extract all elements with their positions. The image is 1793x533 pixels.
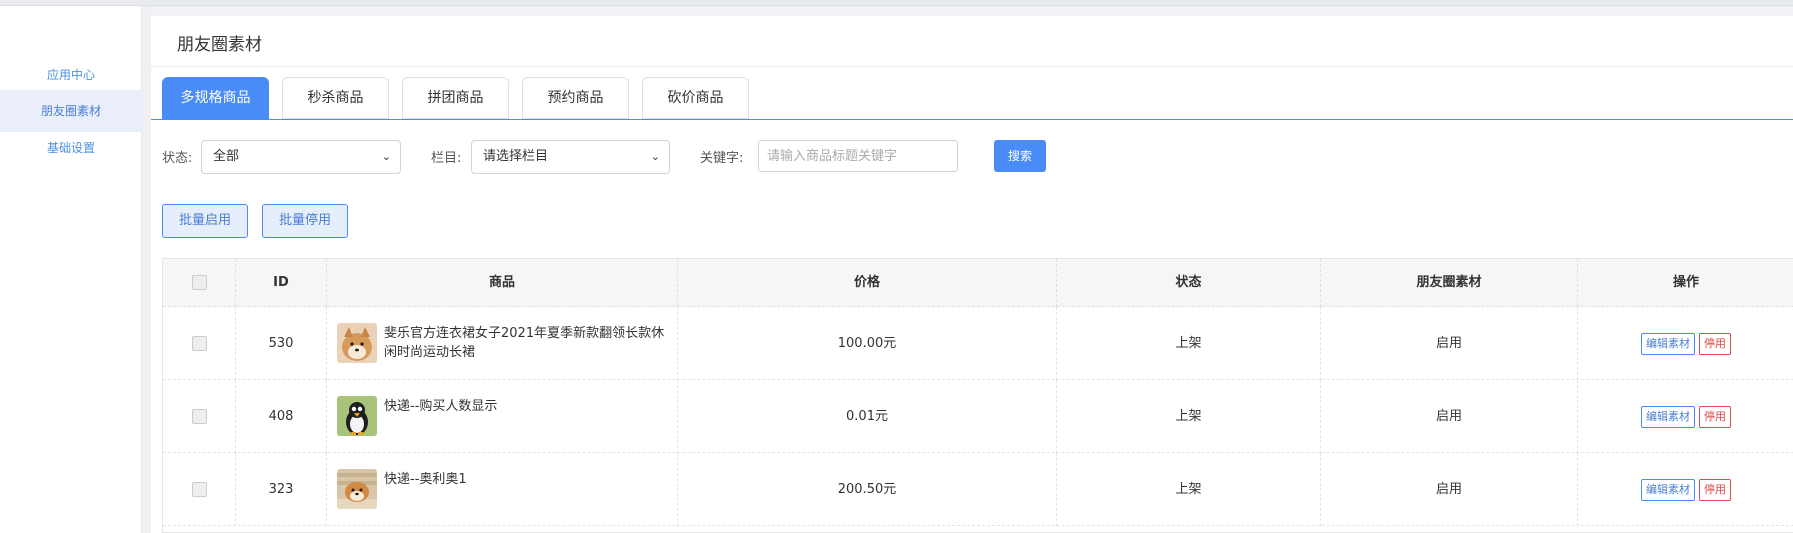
table-row: 323 快递--奥利奥1 200.50元 上架 启用 编辑素材 停用	[163, 453, 1793, 526]
header-id: ID	[236, 259, 327, 307]
row-price: 100.00元	[678, 307, 1057, 380]
row-status: 上架	[1057, 307, 1321, 380]
row-actions: 编辑素材 停用	[1578, 453, 1793, 526]
row-checkbox[interactable]	[191, 409, 207, 424]
row-checkbox-cell	[163, 453, 236, 526]
table-row: 408 快递--购买人数显示 0.01元 上架 启用 编辑素材 停用	[163, 380, 1793, 453]
status-filter-label: 状态:	[162, 151, 193, 166]
row-id: 408	[236, 380, 327, 453]
header-material: 朋友圈素材	[1321, 259, 1578, 307]
search-button[interactable]: 搜索	[994, 140, 1046, 172]
row-price: 200.50元	[678, 453, 1057, 526]
sidebar: 应用中心 朋友圈素材 基础设置	[0, 6, 142, 533]
row-id: 530	[236, 307, 327, 380]
chevron-down-icon: ⌄	[650, 150, 660, 163]
edit-material-button[interactable]: 编辑素材	[1641, 405, 1695, 428]
select-all-checkbox[interactable]	[191, 275, 207, 290]
column-filter-label: 栏目:	[431, 151, 462, 166]
page-title: 朋友圈素材	[177, 35, 262, 55]
column-select[interactable]: 请选择栏目 ⌄	[471, 140, 670, 174]
row-checkbox[interactable]	[191, 482, 207, 497]
disable-button[interactable]: 停用	[1699, 478, 1731, 501]
product-thumbnail	[337, 469, 377, 509]
gutter	[142, 6, 151, 533]
chevron-down-icon: ⌄	[381, 150, 391, 163]
row-id: 323	[236, 453, 327, 526]
row-material-status: 启用	[1321, 453, 1578, 526]
product-name[interactable]: 斐乐官方连衣裙女子2021年夏季新款翻领长款休闲时尚运动长裙	[384, 324, 674, 362]
table-row: 530 斐乐官方连衣裙女子2021年夏季新款翻领长款休闲时尚运动长裙 100.0…	[163, 307, 1793, 380]
row-product: 快递--奥利奥1	[327, 453, 678, 526]
edit-material-button[interactable]: 编辑素材	[1641, 478, 1695, 501]
row-actions: 编辑素材 停用	[1578, 380, 1793, 453]
batch-disable-button[interactable]: 批量停用	[262, 204, 348, 238]
tabs-underline	[151, 119, 1793, 120]
keyword-input[interactable]	[758, 140, 958, 172]
edit-material-button[interactable]: 编辑素材	[1641, 332, 1695, 355]
product-name[interactable]: 快递--购买人数显示	[384, 397, 674, 416]
tab-bar: 多规格商品 秒杀商品 拼团商品 预约商品 砍价商品	[151, 77, 1793, 119]
divider	[151, 66, 1793, 67]
row-price: 0.01元	[678, 380, 1057, 453]
header-product: 商品	[327, 259, 678, 307]
row-status: 上架	[1057, 453, 1321, 526]
goods-table: ID 商品 价格 状态 朋友圈素材 操作 530 斐乐官方连衣裙女子2021年夏…	[162, 258, 1793, 533]
top-bar	[0, 0, 1793, 6]
product-thumbnail	[337, 396, 377, 436]
batch-enable-button[interactable]: 批量启用	[162, 204, 248, 238]
header-actions: 操作	[1672, 275, 1699, 290]
tab-flash-sale[interactable]: 秒杀商品	[282, 77, 389, 119]
row-material-status: 启用	[1321, 307, 1578, 380]
tab-bargain[interactable]: 砍价商品	[642, 77, 749, 119]
row-status: 上架	[1057, 380, 1321, 453]
tab-reservation[interactable]: 预约商品	[522, 77, 629, 119]
row-actions: 编辑素材 停用	[1578, 307, 1793, 380]
product-thumbnail	[337, 323, 377, 363]
table-header: ID 商品 价格 状态 朋友圈素材 操作	[163, 259, 1793, 307]
tab-multi-spec[interactable]: 多规格商品	[162, 77, 269, 119]
header-price: 价格	[678, 259, 1057, 307]
disable-button[interactable]: 停用	[1699, 332, 1731, 355]
keyword-label: 关键字:	[700, 151, 744, 166]
sidebar-item-basic-settings[interactable]: 基础设置	[0, 127, 142, 169]
column-select-value: 请选择栏目	[483, 149, 549, 164]
sidebar-item-moments-material[interactable]: 朋友圈素材	[0, 90, 142, 132]
header-status: 状态	[1057, 259, 1321, 307]
row-checkbox-cell	[163, 380, 236, 453]
disable-button[interactable]: 停用	[1699, 405, 1731, 428]
row-material-status: 启用	[1321, 380, 1578, 453]
product-name[interactable]: 快递--奥利奥1	[384, 470, 674, 489]
row-checkbox[interactable]	[191, 336, 207, 351]
status-select-value: 全部	[213, 149, 240, 164]
header-select-all	[163, 259, 236, 307]
status-select[interactable]: 全部 ⌄	[201, 140, 401, 174]
row-checkbox-cell	[163, 307, 236, 380]
tab-group-buy[interactable]: 拼团商品	[402, 77, 509, 119]
row-product: 斐乐官方连衣裙女子2021年夏季新款翻领长款休闲时尚运动长裙	[327, 307, 678, 380]
row-product: 快递--购买人数显示	[327, 380, 678, 453]
